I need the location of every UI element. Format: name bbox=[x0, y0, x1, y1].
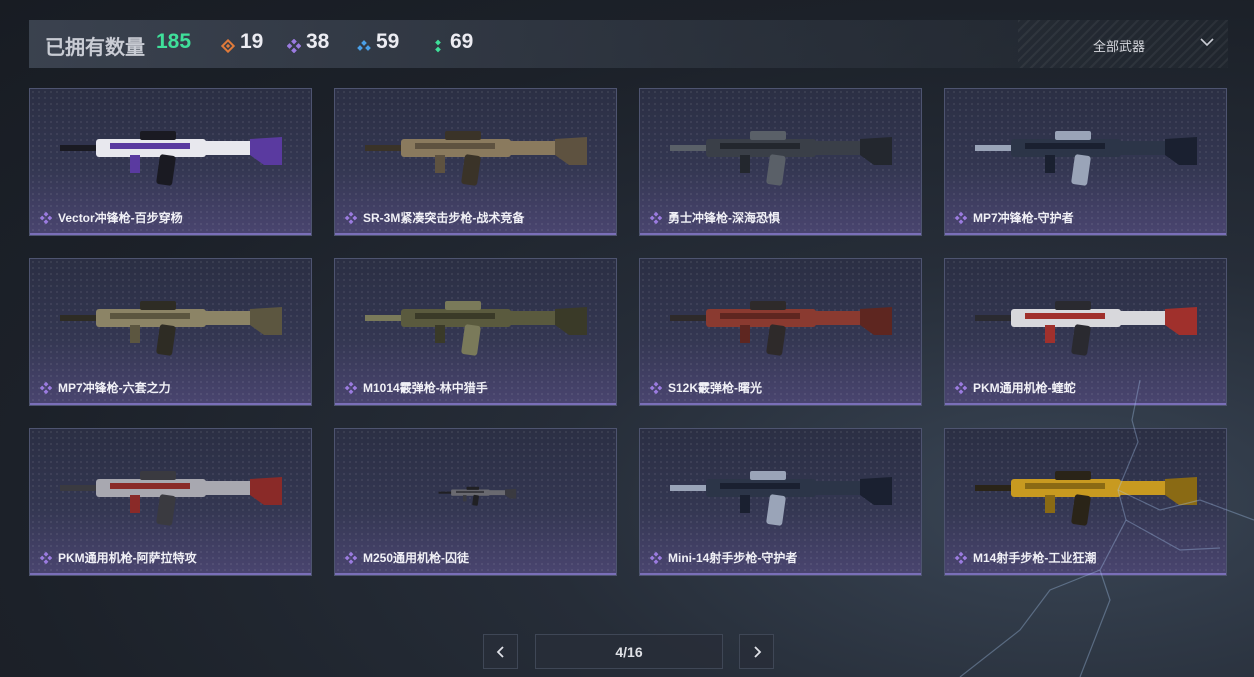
owned-count: 185 bbox=[156, 30, 192, 53]
weapon-card[interactable]: M1014霰弹枪-林中猎手 bbox=[334, 258, 617, 406]
weapon-card[interactable]: Vector冲锋枪-百步穿杨 bbox=[29, 88, 312, 236]
stat-orange-value: 19 bbox=[240, 30, 264, 53]
purple-diamond-rarity-icon bbox=[345, 382, 357, 394]
weapon-image bbox=[975, 471, 1197, 526]
purple-diamond-rarity-icon bbox=[40, 382, 52, 394]
weapon-filter-dropdown[interactable]: 全部武器 bbox=[1093, 36, 1145, 55]
stat-purple: 38 bbox=[286, 30, 330, 54]
weapon-card[interactable]: MP7冲锋枪-六套之力 bbox=[29, 258, 312, 406]
weapon-name: MP7冲锋枪-守护者 bbox=[973, 211, 1074, 225]
weapon-image bbox=[670, 471, 892, 526]
purple-diamond-rarity-icon bbox=[955, 552, 967, 564]
chevron-right-icon bbox=[753, 645, 761, 658]
weapon-card[interactable]: 勇士冲锋枪-深海恐惧 bbox=[639, 88, 922, 236]
weapon-name: SR-3M紧凑突击步枪-战术竞备 bbox=[363, 211, 525, 225]
purple-diamond-rarity-icon bbox=[650, 382, 662, 394]
weapon-card[interactable]: PKM通用机枪-阿萨拉特攻 bbox=[29, 428, 312, 576]
chevron-down-icon[interactable] bbox=[1199, 34, 1215, 50]
weapon-name: 勇士冲锋枪-深海恐惧 bbox=[668, 211, 780, 225]
stat-green: 69 bbox=[431, 30, 473, 54]
purple-diamond-rarity-icon bbox=[955, 382, 967, 394]
weapon-name: PKM通用机枪-蝰蛇 bbox=[973, 381, 1076, 395]
purple-diamond-rarity-icon bbox=[345, 552, 357, 564]
prev-page-button[interactable] bbox=[483, 634, 518, 669]
weapon-card[interactable]: MP7冲锋枪-守护者 bbox=[944, 88, 1227, 236]
weapon-image bbox=[975, 301, 1197, 356]
purple-diamond-rarity-icon bbox=[955, 212, 967, 224]
weapon-image bbox=[670, 131, 892, 186]
purple-diamond-rarity-icon bbox=[40, 552, 52, 564]
weapon-image bbox=[365, 131, 587, 186]
weapon-image bbox=[60, 471, 282, 526]
purple-diamond-rarity-icon bbox=[650, 552, 662, 564]
green-dots-rarity-icon bbox=[431, 35, 445, 53]
weapon-card[interactable]: S12K霰弹枪-曙光 bbox=[639, 258, 922, 406]
stat-blue-value: 59 bbox=[376, 30, 400, 53]
stat-blue: 59 bbox=[357, 30, 399, 54]
weapon-card[interactable]: PKM通用机枪-蝰蛇 bbox=[944, 258, 1227, 406]
weapon-image bbox=[438, 486, 517, 506]
stat-green-value: 69 bbox=[450, 30, 474, 53]
weapon-card[interactable]: M14射手步枪-工业狂潮 bbox=[944, 428, 1227, 576]
weapon-name: Vector冲锋枪-百步穿杨 bbox=[58, 211, 183, 225]
weapon-image bbox=[670, 301, 892, 356]
weapon-name: M250通用机枪-囚徒 bbox=[363, 551, 470, 565]
inventory-header: 已拥有数量 185 19 38 59 69 全部武器 bbox=[29, 20, 1228, 68]
weapon-card[interactable]: M250通用机枪-囚徒 bbox=[334, 428, 617, 576]
weapon-image bbox=[60, 131, 282, 186]
weapon-image bbox=[60, 301, 282, 356]
purple-diamond-rarity-icon bbox=[40, 212, 52, 224]
weapon-name: M1014霰弹枪-林中猎手 bbox=[363, 381, 488, 395]
weapon-name: MP7冲锋枪-六套之力 bbox=[58, 381, 171, 395]
weapon-image bbox=[975, 131, 1197, 186]
orange-diamond-rarity-icon bbox=[220, 35, 236, 54]
weapon-name: PKM通用机枪-阿萨拉特攻 bbox=[58, 551, 197, 565]
next-page-button[interactable] bbox=[739, 634, 774, 669]
chevron-left-icon bbox=[496, 645, 504, 658]
weapon-name: M14射手步枪-工业狂潮 bbox=[973, 551, 1097, 565]
weapon-image bbox=[365, 301, 587, 356]
purple-diamond-rarity-icon bbox=[345, 212, 357, 224]
blue-triangle-rarity-icon bbox=[357, 35, 371, 51]
weapon-card[interactable]: SR-3M紧凑突击步枪-战术竞备 bbox=[334, 88, 617, 236]
stat-orange: 19 bbox=[220, 30, 264, 54]
weapon-name: S12K霰弹枪-曙光 bbox=[668, 381, 763, 395]
page-indicator: 4/16 bbox=[535, 634, 723, 669]
purple-diamond-rarity-icon bbox=[650, 212, 662, 224]
weapon-name: Mini-14射手步枪-守护者 bbox=[668, 551, 798, 565]
weapon-card[interactable]: Mini-14射手步枪-守护者 bbox=[639, 428, 922, 576]
stat-purple-value: 38 bbox=[306, 30, 330, 53]
purple-diamond-rarity-icon bbox=[286, 35, 302, 54]
owned-label: 已拥有数量 bbox=[45, 37, 145, 59]
